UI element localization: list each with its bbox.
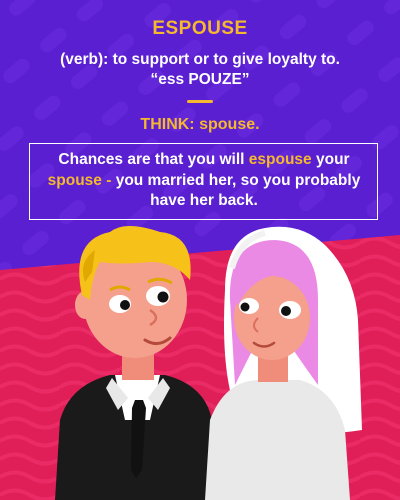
bride-illustration [205,226,362,500]
groom-illustration [55,226,218,500]
couple-illustration [55,226,362,500]
vocab-card: ESPOUSE (verb): to support or to give lo… [0,0,400,500]
